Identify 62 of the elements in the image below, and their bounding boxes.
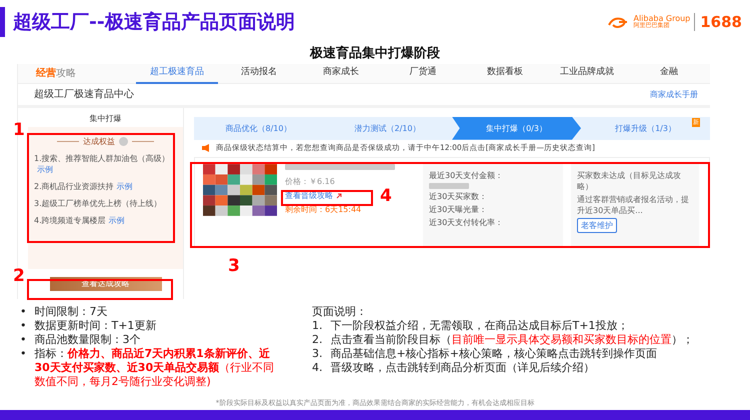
benefit-item: 4.跨境频道专属楼层 示例 xyxy=(34,214,126,226)
remaining-time: 剩余时间：6天15:44 xyxy=(285,204,362,215)
item-number: 2. xyxy=(312,332,322,347)
step-tab[interactable]: 潜力测试（2/10） xyxy=(323,116,452,140)
notes-title: 页面说明： xyxy=(312,304,368,319)
example-link[interactable]: 示例 xyxy=(37,164,53,174)
price-text: 价格：￥6.16 xyxy=(285,176,336,187)
nav-tab[interactable]: 金融 xyxy=(628,62,710,84)
nav-tab[interactable]: 超工极速育品 xyxy=(136,62,218,84)
item-number: 1. xyxy=(312,318,322,333)
megaphone-icon xyxy=(202,144,212,152)
metric-label: 近30天曝光量： xyxy=(429,204,488,215)
item-number: 3. xyxy=(312,346,322,361)
nav-tab[interactable]: 数据看板 xyxy=(464,62,546,84)
bullet: • xyxy=(20,346,26,362)
customer-care-button[interactable]: 老客维护 xyxy=(577,218,617,233)
advice-title: 买家数未达成（目标见达成攻略） xyxy=(577,170,682,192)
example-link[interactable]: 示例 xyxy=(108,216,125,225)
benefits-title: 达成权益 xyxy=(83,136,115,147)
logo-icon xyxy=(607,14,630,29)
benefit-item: 1.搜索、推荐智能人群加油包（高级） 示例 xyxy=(34,152,171,175)
external-link-icon xyxy=(336,192,342,199)
note-item: 时间限制：7天 xyxy=(34,304,108,319)
slide-subtitle: 极速育品集中打爆阶段 xyxy=(308,44,441,63)
manual-link[interactable]: 商家成长手册 xyxy=(650,88,698,100)
annotation-number: 1 xyxy=(13,122,25,139)
step-tab[interactable]: 商品优化（8/10） xyxy=(194,116,323,140)
annotation-number: 3 xyxy=(228,258,240,275)
note-item: 数据更新时间：T+1更新 xyxy=(34,318,156,333)
page-heading: 超级工厂极速育品中心 xyxy=(34,88,134,102)
bullet: • xyxy=(20,332,26,347)
title-accent-bar xyxy=(0,6,5,37)
logo-text: Alibaba Group xyxy=(633,14,690,23)
nav-tab[interactable]: 商家成长 xyxy=(300,62,382,84)
metric-label: 近30天买家数： xyxy=(429,190,488,202)
annotation-number: 4 xyxy=(380,188,392,205)
example-link[interactable]: 示例 xyxy=(116,182,133,191)
nav-logo[interactable]: 经营攻略 xyxy=(18,66,136,80)
bullet: • xyxy=(20,304,26,319)
benefit-item: 2.商机品行业资源扶持 示例 xyxy=(34,180,134,192)
panel-title: 集中打爆 xyxy=(88,112,122,125)
bullet: • xyxy=(20,318,26,333)
nav-tab[interactable]: 厂货通 xyxy=(382,62,464,84)
help-icon[interactable] xyxy=(119,136,128,146)
note-item: 商品基础信息+核心指标+核心策略，核心策略点击跳转到操作页面 xyxy=(330,346,657,361)
note-item: 点击查看当前阶段目标（目前唯一显示具体交易额和买家数目标的位置）； xyxy=(330,332,694,347)
item-number: 4. xyxy=(312,360,322,375)
metric-label: 最近30天支付金额： xyxy=(429,170,504,181)
advice-text: 通过客群营销或者报名活动，提升近30天单品买... xyxy=(577,194,690,216)
note-item: 商品池数量限制：3个 xyxy=(34,332,140,347)
slide-title: 超级工厂--极速育品产品页面说明 xyxy=(13,10,295,35)
note-item: 晋级攻略，点击跳转到商品分析页面（详见后续介绍） xyxy=(330,360,594,375)
note-item: 下一阶段权益介绍，无需领取，在商品达成目标后T+1投放； xyxy=(330,318,628,333)
note-item: 指标：价格力、商品近7天内积累1条新评价、近30天支付买家数、近30天单品交易额（行业不同数值不同，每月2号随行业变化调整) xyxy=(34,346,276,389)
nav-tab[interactable]: 活动报名 xyxy=(218,62,300,84)
annotation-number: 2 xyxy=(13,268,25,285)
metric-label: 近30天支付转化率： xyxy=(429,216,504,228)
blurred-value xyxy=(429,182,469,189)
nav-tab[interactable]: 工业品牌成就 xyxy=(546,62,628,84)
logo-number: 1688 xyxy=(694,12,742,31)
step-tab[interactable]: 集中打爆（0/3） xyxy=(452,116,581,140)
benefit-item: 3.超级工厂榜单优先上榜（待上线） xyxy=(34,198,163,209)
